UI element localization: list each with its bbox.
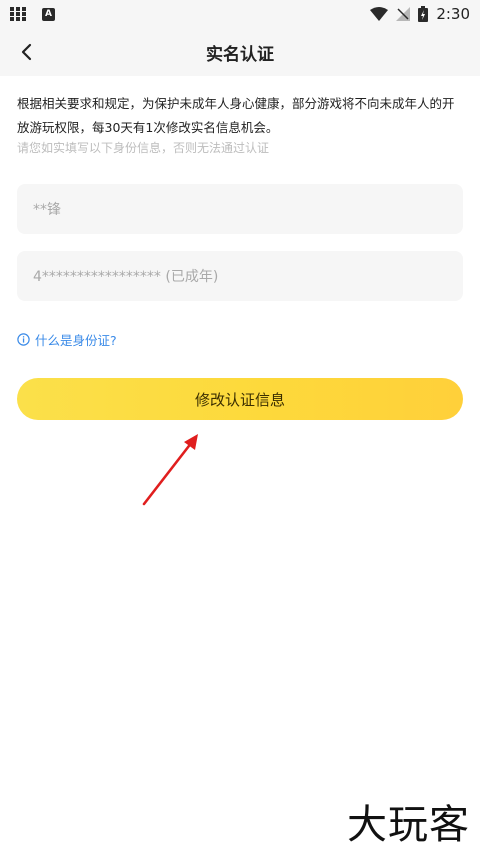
header-bar: 实名认证 xyxy=(0,28,480,76)
what-is-id-label: 什么是身份证? xyxy=(35,332,117,348)
id-number-field[interactable] xyxy=(17,251,463,301)
chevron-left-icon xyxy=(21,43,32,61)
modify-verification-button[interactable]: 修改认证信息 xyxy=(17,378,463,420)
a-icon: A xyxy=(42,7,55,21)
page-title: 实名认证 xyxy=(206,44,274,65)
status-time: 2:30 xyxy=(436,5,470,23)
policy-notice: 根据相关要求和规定，为保护未成年人身心健康，部分游戏将不向未成年人的开放游玩权限… xyxy=(17,96,455,135)
form-hint: 请您如实填写以下身份信息，否则无法通过认证 xyxy=(17,141,270,155)
red-arrow-annotation xyxy=(142,434,198,506)
grid-icon xyxy=(10,7,28,21)
status-right: 2:30 xyxy=(370,0,470,28)
name-input[interactable] xyxy=(33,201,463,217)
back-button[interactable] xyxy=(14,40,38,64)
page: A 2:30 实名认证 根据相关要求和规定，为保护未成年人身心健康，部分游戏将不… xyxy=(0,0,480,854)
battery-charging-icon xyxy=(418,6,429,22)
info-icon xyxy=(17,332,30,346)
wifi-icon xyxy=(370,7,389,21)
name-field[interactable] xyxy=(17,184,463,234)
watermark-logo: 大玩客 xyxy=(347,802,470,848)
status-bar: A 2:30 xyxy=(0,0,480,28)
what-is-id-link[interactable]: 什么是身份证? xyxy=(17,330,117,348)
signal-off-icon xyxy=(396,7,411,21)
id-number-input[interactable] xyxy=(33,268,463,284)
